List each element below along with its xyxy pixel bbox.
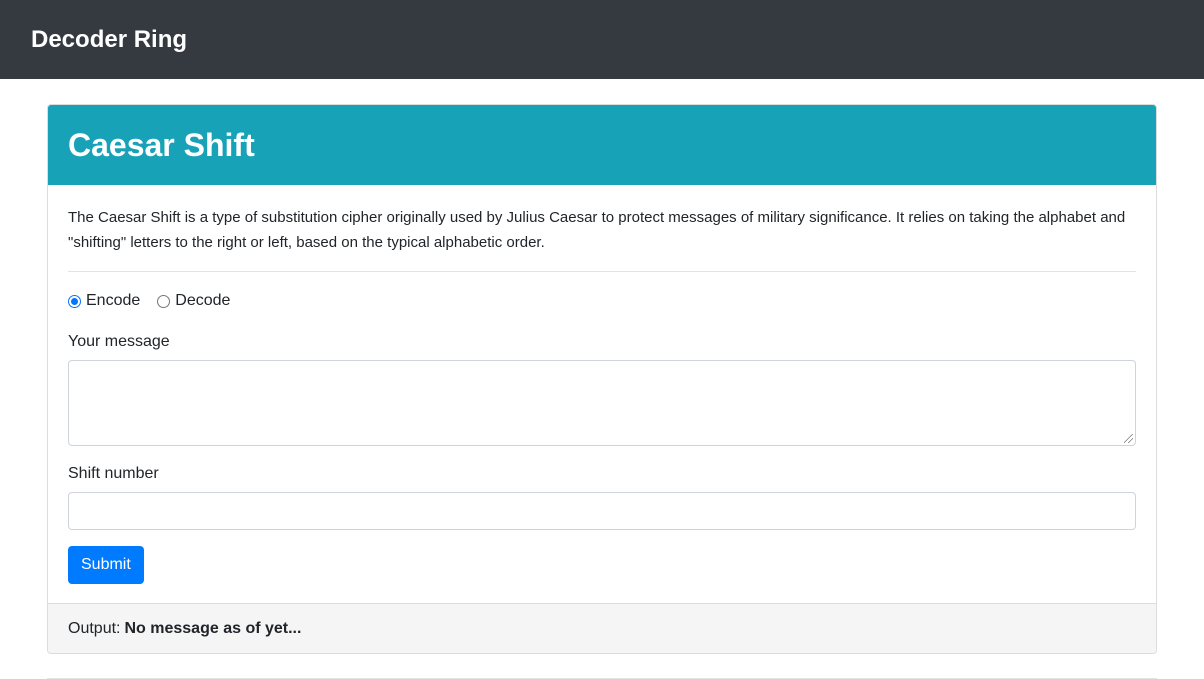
encode-radio[interactable]	[68, 294, 81, 308]
card-body: The Caesar Shift is a type of substituti…	[48, 185, 1156, 584]
resize-grip-icon[interactable]	[1124, 434, 1133, 443]
output-label: Output:	[68, 619, 121, 637]
message-label: Your message	[68, 333, 170, 350]
card-title: Caesar Shift	[48, 105, 1156, 185]
shift-number-input[interactable]	[68, 492, 1136, 530]
output-value: No message as of yet...	[124, 619, 302, 637]
divider	[68, 271, 1136, 272]
mode-radio-group: Encode Decode	[68, 290, 1136, 312]
decode-label: Decode	[175, 292, 231, 309]
message-textarea[interactable]	[68, 360, 1136, 446]
encode-option[interactable]: Encode	[68, 292, 140, 310]
brand-title[interactable]: Decoder Ring	[31, 26, 187, 54]
cipher-description: The Caesar Shift is a type of substituti…	[68, 209, 1126, 251]
output-footer: Output: No message as of yet...	[48, 603, 1156, 653]
shift-label: Shift number	[68, 465, 159, 482]
encode-label: Encode	[86, 292, 141, 309]
submit-button[interactable]: Submit	[68, 546, 144, 584]
decode-option[interactable]: Decode	[157, 292, 230, 310]
navbar: Decoder Ring	[0, 0, 1204, 79]
caesar-shift-card: Caesar Shift The Caesar Shift is a type …	[47, 104, 1157, 654]
decode-radio[interactable]	[157, 294, 171, 308]
